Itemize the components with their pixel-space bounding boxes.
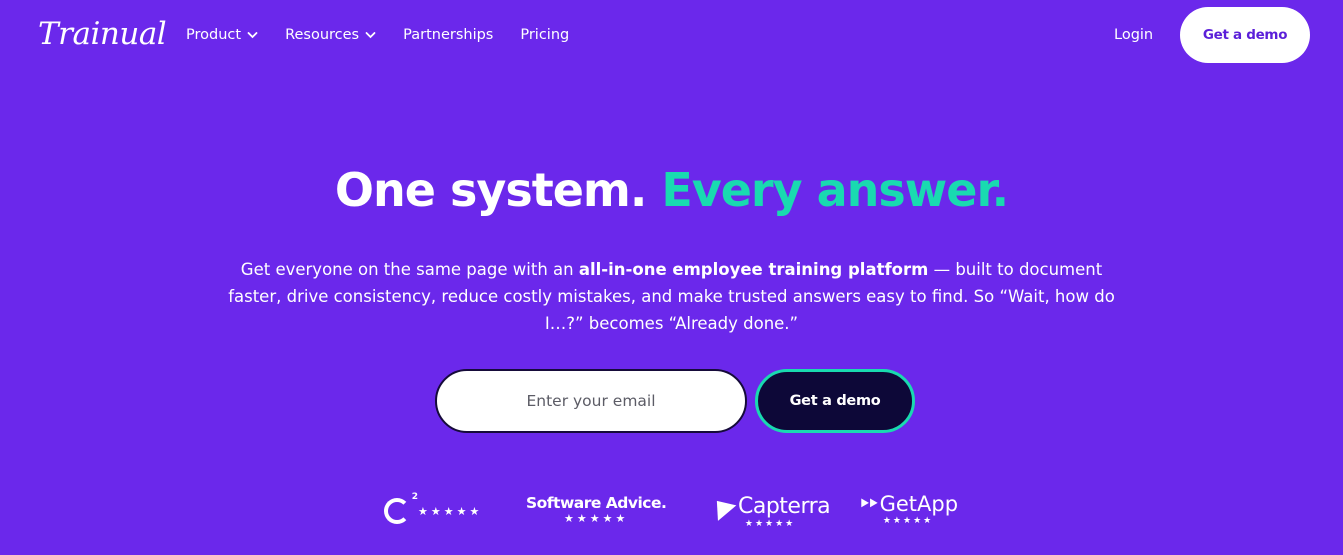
hero-subcopy: Get everyone on the same page with an al… [224,256,1119,337]
capterra-label: Capterra [738,494,831,519]
subcopy-bold: all-in-one employee training platform [578,260,929,279]
rating-stars: ★★★★★ [564,512,629,525]
getapp-label: GetApp [879,492,959,516]
software-advice-icon: Software Advice. [526,494,667,512]
rating-stars: ★★★★★ [744,519,796,529]
headline-accent: Every answer. [661,163,1009,217]
nav-item-partnerships[interactable]: Partnerships [403,27,493,43]
nav-item-product[interactable]: Product [186,27,258,43]
login-link[interactable]: Login [1114,24,1153,46]
subcopy-intro: Get everyone on the same page with an [240,260,579,279]
nav-item-resources[interactable]: Resources [285,27,376,43]
g2-badge: ★★★★★ [384,492,483,524]
capterra-icon [707,492,737,521]
nav-item-pricing[interactable]: Pricing [520,27,569,43]
getapp-badge: ⯈⯈ GetApp ★★★★★ [858,492,958,526]
nav-item-label: Product [186,27,242,43]
getapp-icon: ⯈⯈ [858,494,880,513]
headline-primary: One system. [334,163,647,217]
main-nav: Product Resources Partnerships Pricing [186,24,596,46]
email-input[interactable] [435,369,747,433]
hero-headline: One system. Every answer. [0,160,1343,220]
nav-item-label: Partnerships [403,27,494,43]
capterra-badge: Capterra ★★★★★ [707,492,831,529]
g2-icon [384,492,418,524]
header-get-demo-button[interactable]: Get a demo [1180,7,1310,63]
hero-get-demo-button[interactable]: Get a demo [755,369,915,433]
trainual-logo[interactable]: Trainual [38,14,167,54]
site-header: Trainual Product Resources Partnerships … [0,0,1343,70]
nav-item-label: Pricing [520,27,570,43]
chevron-down-icon [365,32,376,39]
rating-stars: ★★★★★ [418,504,483,518]
getapp-logo: ⯈⯈ GetApp [858,492,958,516]
capterra-logo: Capterra [707,492,831,521]
chevron-down-icon [247,32,258,39]
rating-stars: ★★★★★ [882,516,934,526]
nav-item-label: Resources [285,27,360,43]
software-advice-badge: Software Advice. ★★★★★ [526,494,667,525]
